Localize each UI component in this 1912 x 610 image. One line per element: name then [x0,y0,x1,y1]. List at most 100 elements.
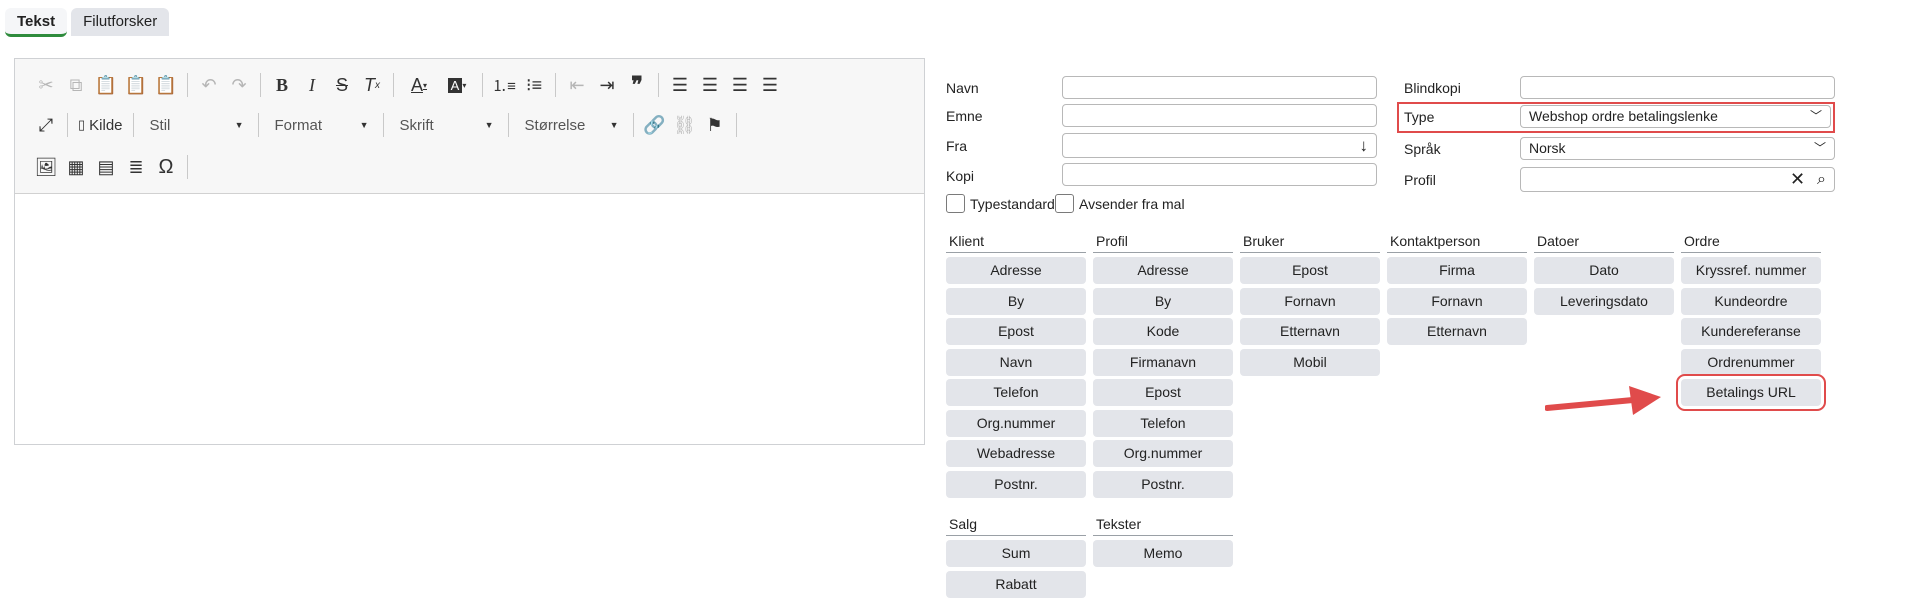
paste-text-icon[interactable]: 📋 [121,70,151,100]
field-button[interactable]: Dato [1534,257,1674,284]
toolbar-separator [187,73,188,97]
chevron-down-icon: ▼ [234,120,244,130]
field-button[interactable]: Adresse [1093,257,1233,284]
fra-select[interactable]: ↓ [1062,133,1377,158]
field-button[interactable]: Org.nummer [946,409,1086,437]
align-center-icon[interactable]: ☰ [695,70,725,100]
blockquote-icon[interactable]: ❞ [622,70,652,100]
field-button[interactable]: Postnr. [1093,470,1233,498]
blindkopi-label: Blindkopi [1404,80,1461,96]
field-button[interactable]: Fornavn [1240,287,1380,315]
tab-tekst[interactable]: Tekst [5,8,68,37]
clear-icon[interactable]: ✕ [1790,169,1805,190]
checkbox-box[interactable] [1055,194,1074,213]
paste-word-icon[interactable]: 📋 [151,70,181,100]
field-button[interactable]: Telefon [1093,409,1233,437]
column-header: Ordre [1681,233,1821,253]
field-button[interactable]: Epost [946,318,1086,345]
remove-format-icon[interactable]: Tx [357,70,387,100]
toolbar-separator [187,155,188,179]
field-button[interactable]: Etternavn [1240,318,1380,345]
link-icon[interactable]: 🔗 [640,110,670,140]
table-icon[interactable]: ▤ [91,152,121,182]
numbered-list-icon[interactable]: ⒈≡ [489,70,519,100]
column-header: Profil [1093,233,1233,253]
toolbar-separator [658,73,659,97]
betalings-url-button[interactable]: Betalings URL [1676,374,1826,411]
horizontal-line-icon[interactable]: ≣ [121,152,151,182]
outdent-icon[interactable]: ⇤ [562,70,592,100]
field-button[interactable]: Navn [946,348,1086,376]
field-button[interactable]: Org.nummer [1093,440,1233,467]
column-ordre: Ordre Kryssref. nummer Kundeordre Kunder… [1676,233,1826,411]
align-right-icon[interactable]: ☰ [725,70,755,100]
cut-icon[interactable]: ✂ [31,70,61,100]
search-icon[interactable]: ⌕ [1817,169,1826,190]
field-button[interactable]: Ordrenummer [1681,348,1821,376]
chevron-down-icon: ▼ [359,120,369,130]
field-button[interactable]: Etternavn [1387,318,1527,345]
field-button[interactable]: Sum [946,540,1086,567]
text-color-icon[interactable]: A ▾ [400,70,438,100]
sprak-value: Norsk [1529,140,1566,156]
navn-input[interactable] [1062,76,1377,99]
field-button[interactable]: Rabatt [946,570,1086,598]
field-button[interactable]: Kode [1093,318,1233,345]
indent-icon[interactable]: ⇥ [592,70,622,100]
field-button[interactable]: Mobil [1240,348,1380,376]
field-button[interactable]: By [946,287,1086,315]
profil-input[interactable]: ✕ ⌕ [1520,167,1835,192]
typestandard-checkbox[interactable]: Typestandard [946,194,1055,213]
italic-icon[interactable]: I [297,70,327,100]
special-character-icon[interactable]: Ω [151,152,181,182]
toolbar-separator [482,73,483,97]
field-button[interactable]: By [1093,287,1233,315]
bold-icon[interactable]: B [267,70,297,100]
kopi-input[interactable] [1062,163,1377,186]
sprak-select[interactable]: Norsk ﹀ [1520,137,1835,160]
field-button[interactable]: Fornavn [1387,287,1527,315]
column-header: Salg [946,516,1086,536]
size-combo[interactable]: Størrelse ▼ [515,111,627,139]
unlink-icon[interactable]: ⛓ [670,110,700,140]
field-button[interactable]: Kundeordre [1681,287,1821,315]
checkbox-box[interactable] [946,194,965,213]
field-button[interactable]: Kryssref. nummer [1681,257,1821,284]
avsender-fra-mal-checkbox[interactable]: Avsender fra mal [1055,194,1185,213]
redo-icon[interactable]: ↷ [224,70,254,100]
field-button[interactable]: Firmanavn [1093,348,1233,376]
anchor-flag-icon[interactable]: ⚑ [700,110,730,140]
copy-icon[interactable]: ⧉ [61,70,91,100]
field-button[interactable]: Kundereferanse [1681,318,1821,345]
source-button[interactable]: ▯ Kilde [74,110,127,140]
field-button[interactable]: Firma [1387,257,1527,284]
undo-icon[interactable]: ↶ [194,70,224,100]
embed-icon[interactable]: ▦ [61,152,91,182]
align-justify-icon[interactable]: ☰ [755,70,785,100]
tab-filutforsker[interactable]: Filutforsker [71,8,170,36]
field-button[interactable]: Memo [1093,540,1233,567]
font-combo[interactable]: Skrift ▼ [390,111,502,139]
emne-input[interactable] [1062,104,1377,127]
field-button[interactable]: Epost [1093,379,1233,406]
image-icon[interactable]: 🖼 [31,152,61,182]
bulleted-list-icon[interactable]: ⁝≡ [519,70,549,100]
column-header: Kontaktperson [1387,233,1527,253]
field-button[interactable]: Leveringsdato [1534,287,1674,315]
blindkopi-input[interactable] [1520,76,1835,99]
type-select[interactable]: Webshop ordre betalingslenke ﹀ [1520,105,1831,128]
paste-icon[interactable]: 📋 [91,70,121,100]
field-button[interactable]: Postnr. [946,470,1086,498]
background-color-icon[interactable]: A ▾ [438,70,476,100]
chevron-down-icon: ▼ [609,120,619,130]
strikethrough-icon[interactable]: S [327,70,357,100]
field-button[interactable]: Telefon [946,379,1086,406]
format-combo[interactable]: Format ▼ [265,111,377,139]
editor-content-area[interactable] [15,194,924,444]
field-button[interactable]: Adresse [946,257,1086,284]
align-left-icon[interactable]: ☰ [665,70,695,100]
field-button[interactable]: Webadresse [946,440,1086,467]
field-button[interactable]: Epost [1240,257,1380,284]
maximize-icon[interactable]: ⤢ [31,110,61,140]
style-combo[interactable]: Stil ▼ [140,111,252,139]
